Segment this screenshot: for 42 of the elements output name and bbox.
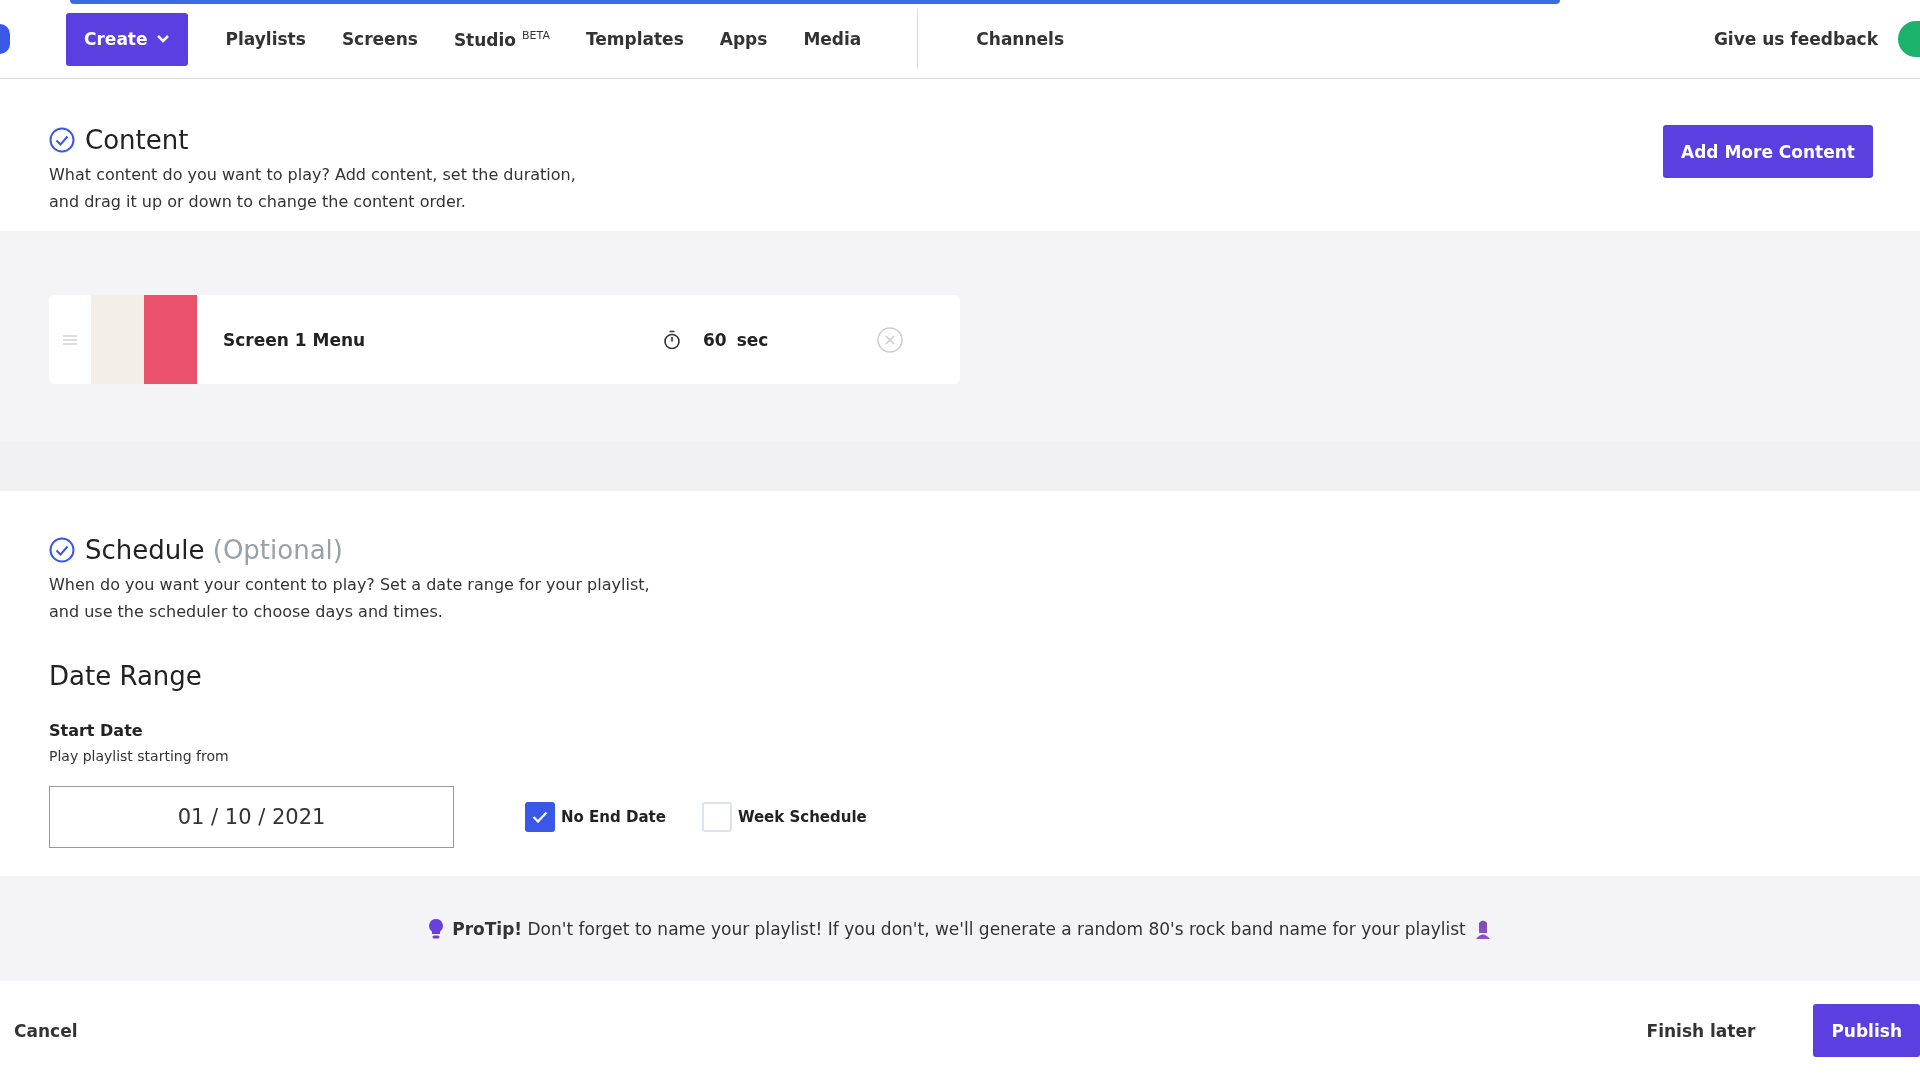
subsection-title: Date Range (49, 661, 203, 691)
section-description: When do you want your content to play? Set a date range for your playlist, and use the scheduler to choose days and times. (49, 574, 651, 623)
singer-icon (1473, 919, 1492, 939)
field-label: Start Date (49, 721, 144, 740)
scroll-bar[interactable] (70, 0, 1560, 4)
section-description: What content do you want to play? Add content, set the duration, and drag it up or down to change the content order. (49, 164, 577, 213)
content-item-card[interactable]: Screen 1 Menu 60 sec (49, 295, 960, 384)
section-title: Content (85, 125, 189, 155)
checkbox[interactable] (701, 802, 732, 832)
check-circle-icon (49, 127, 75, 153)
cancel-link[interactable]: Cancel (14, 1020, 78, 1041)
nav-link[interactable]: Screens (323, 29, 436, 49)
content-name: Screen 1 Menu (223, 329, 367, 350)
remove-icon (876, 326, 903, 353)
nav-link[interactable]: Apps (701, 29, 786, 49)
add-more-content-button[interactable]: Add More Content (1663, 125, 1873, 178)
finish-later-link[interactable]: Finish later (1646, 1020, 1756, 1041)
check-circle-icon (49, 537, 75, 563)
nav-link[interactable]: Templates (567, 29, 702, 49)
start-date-field[interactable]: 01 / 10 / 2021 (49, 786, 454, 848)
duration-value[interactable]: 60 (703, 329, 727, 350)
feedback-link[interactable]: Give us feedback (1713, 29, 1878, 49)
lightbulb-icon (428, 918, 445, 940)
nav-link[interactable]: Playlists (207, 29, 324, 49)
checkbox[interactable] (525, 802, 555, 832)
stopwatch-icon (663, 329, 681, 350)
checkbox-label: Week Schedule (737, 808, 867, 826)
protip-text: ProTip! Don't forget to name your playlist! If you don't, we'll generate a random 80's rock band name for your playlist (452, 919, 1466, 939)
field-hint: Play playlist starting from (49, 748, 230, 764)
avatar-icon[interactable] (1898, 21, 1920, 57)
logo-icon[interactable] (0, 24, 10, 54)
check-icon (532, 811, 548, 823)
nav-link[interactable]: Studio $^{BETA}$ (435, 28, 568, 50)
section-title: Schedule (Optional) (85, 535, 343, 565)
nav-link[interactable]: Media (785, 29, 880, 49)
chevron-down-icon (155, 34, 170, 44)
publish-button[interactable]: Publish (1813, 1004, 1920, 1057)
nav-link[interactable]: Channels (958, 29, 1083, 49)
checkbox-label: No End Date (561, 808, 666, 826)
drag-handle-icon (63, 334, 77, 345)
create-button[interactable]: Create (66, 12, 188, 66)
duration-unit: sec (736, 329, 770, 350)
